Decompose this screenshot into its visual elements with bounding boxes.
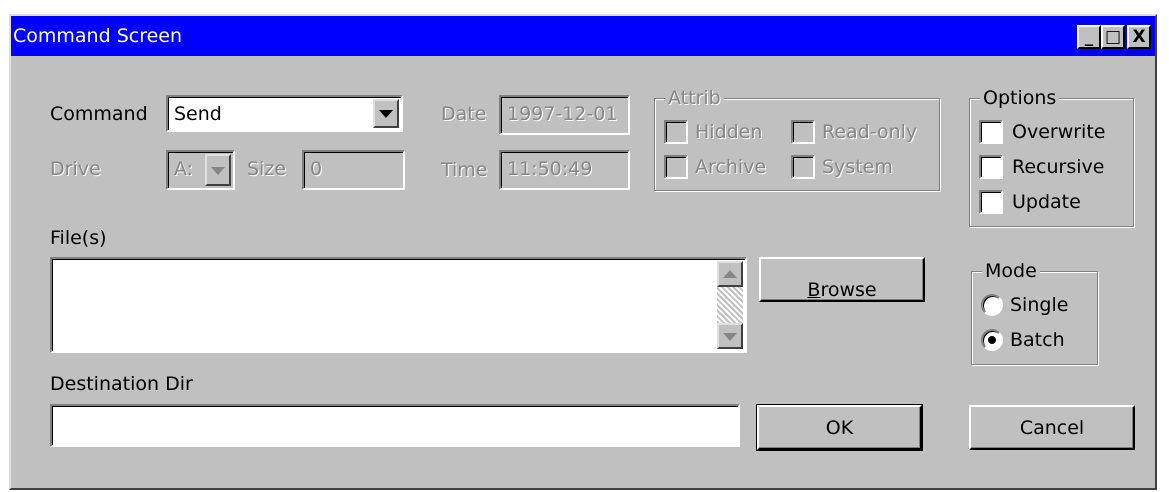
ok-button[interactable]: OK (756, 404, 923, 451)
chevron-down-icon (211, 167, 225, 175)
files-textarea[interactable] (50, 257, 747, 353)
command-value: Send (174, 103, 222, 125)
system-checkbox[interactable] (791, 155, 815, 179)
archive-label: Archive (695, 156, 767, 178)
date-field[interactable]: 1997-12-01 (499, 95, 630, 135)
readonly-label: Read-only (822, 121, 918, 143)
scrollbar-track[interactable] (717, 287, 743, 323)
hidden-label: Hidden (695, 121, 763, 143)
close-icon: X (1132, 27, 1146, 47)
mode-group: Mode Single Batch (971, 260, 1098, 365)
update-label: Update (1012, 191, 1081, 213)
overwrite-label: Overwrite (1012, 121, 1106, 143)
readonly-checkbox[interactable] (791, 120, 815, 144)
title-bar[interactable]: Command Screen _ □ X (11, 16, 1155, 56)
cancel-button-label: Cancel (1019, 417, 1085, 439)
arrow-up-icon (723, 270, 737, 278)
date-value: 1997-12-01 (507, 103, 618, 125)
time-value: 11:50:49 (507, 158, 593, 180)
window-title: Command Screen (13, 25, 183, 47)
time-label: Time (441, 159, 488, 181)
arrow-down-icon (723, 333, 737, 341)
files-scrollbar[interactable] (717, 261, 743, 349)
close-button[interactable]: X (1127, 25, 1151, 49)
single-label: Single (1010, 294, 1069, 316)
size-field[interactable]: 0 (302, 150, 405, 190)
browse-button[interactable]: Browse (759, 257, 925, 302)
maximize-button[interactable]: □ (1101, 25, 1125, 49)
attrib-group-title: Attrib (665, 87, 724, 109)
single-radio[interactable] (981, 294, 1003, 316)
destination-label: Destination Dir (50, 373, 193, 395)
archive-checkbox[interactable] (664, 155, 688, 179)
cancel-button[interactable]: Cancel (969, 405, 1135, 450)
overwrite-checkbox[interactable] (979, 120, 1003, 144)
size-label: Size (247, 158, 287, 180)
minimize-button[interactable]: _ (1077, 25, 1101, 49)
radio-selected-dot (988, 336, 996, 344)
hidden-checkbox[interactable] (664, 120, 688, 144)
browse-mnemonic: B (807, 279, 821, 301)
command-screen-window: Command Screen _ □ X Command Send Drive … (9, 14, 1157, 490)
date-label: Date (441, 103, 487, 125)
command-select[interactable]: Send (166, 95, 403, 132)
chevron-down-icon (379, 110, 393, 118)
size-value: 0 (310, 158, 323, 180)
browse-button-label: Browse (807, 259, 876, 301)
maximize-icon: □ (1104, 27, 1122, 47)
destination-field[interactable] (50, 404, 740, 447)
browse-rest: rowse (820, 279, 877, 301)
files-label: File(s) (50, 227, 107, 249)
drive-select[interactable]: A: (166, 150, 235, 190)
system-label: System (822, 156, 893, 178)
command-dropdown-button[interactable] (373, 99, 399, 128)
drive-label: Drive (50, 158, 101, 180)
recursive-checkbox[interactable] (979, 155, 1003, 179)
batch-label: Batch (1010, 329, 1065, 351)
scroll-up-button[interactable] (717, 261, 743, 287)
recursive-label: Recursive (1012, 156, 1105, 178)
time-field[interactable]: 11:50:49 (499, 150, 630, 190)
mode-group-title: Mode (982, 260, 1040, 282)
minimize-icon: _ (1084, 27, 1094, 47)
options-group: Options Overwrite Recursive Update (969, 87, 1134, 227)
attrib-group: Attrib Hidden Read-only Archive System (654, 87, 940, 191)
batch-radio[interactable] (981, 329, 1003, 351)
command-label: Command (50, 103, 148, 125)
scroll-down-button[interactable] (717, 323, 743, 349)
drive-value: A: (174, 158, 194, 180)
drive-dropdown-button[interactable] (205, 154, 231, 186)
ok-button-label: OK (825, 417, 854, 439)
options-group-title: Options (980, 87, 1060, 109)
update-checkbox[interactable] (979, 190, 1003, 214)
